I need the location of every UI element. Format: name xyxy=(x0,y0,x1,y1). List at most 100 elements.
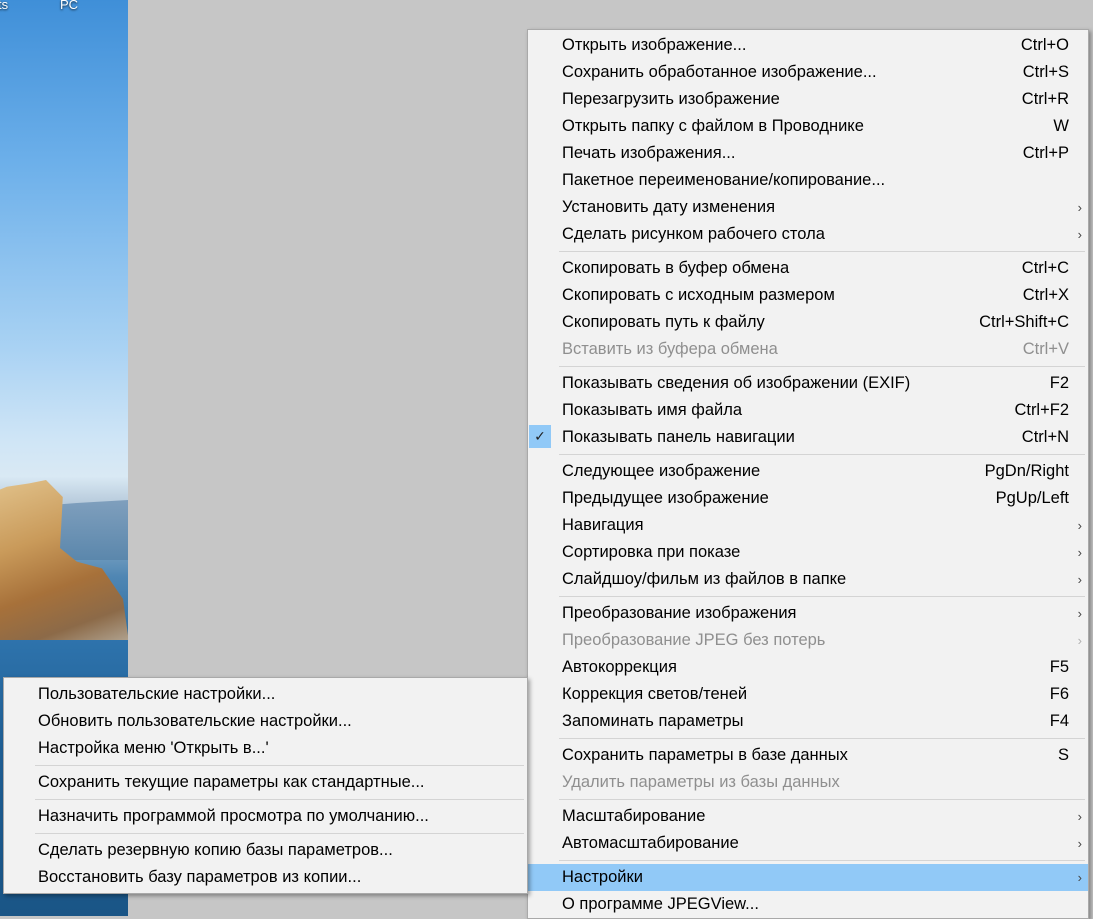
context-menu-item[interactable]: Скопировать путь к файлу Ctrl+Shift+C xyxy=(528,309,1088,336)
context-menu-item-label: Автомасштабирование xyxy=(562,834,739,852)
context-menu-item-shortcut: Ctrl+X xyxy=(1022,286,1069,304)
context-menu-item[interactable]: Показывать имя файла Ctrl+F2 xyxy=(528,397,1088,424)
context-menu-item: Преобразование JPEG без потерь › xyxy=(528,627,1088,654)
context-menu-item-label: Вставить из буфера обмена xyxy=(562,340,778,358)
menu-separator xyxy=(528,593,1088,600)
settings-submenu-item[interactable]: Обновить пользовательские настройки... xyxy=(4,708,527,735)
context-menu-item[interactable]: Преобразование изображения › xyxy=(528,600,1088,627)
chevron-right-icon: › xyxy=(1077,836,1082,851)
context-menu-item[interactable]: Настройки › xyxy=(528,864,1088,891)
chevron-right-icon: › xyxy=(1077,227,1082,242)
context-menu-item-shortcut: F6 xyxy=(1049,685,1069,703)
context-menu-item[interactable]: О программе JPEGView... xyxy=(528,891,1088,918)
settings-submenu-item[interactable]: Сделать резервную копию базы параметров.… xyxy=(4,837,527,864)
context-menu-item-shortcut: S xyxy=(1057,746,1069,764)
context-menu-item-label: Скопировать путь к файлу xyxy=(562,313,765,331)
context-menu-item: Вставить из буфера обмена Ctrl+V xyxy=(528,336,1088,363)
context-menu-item-shortcut: Ctrl+P xyxy=(1022,144,1069,162)
context-menu-item[interactable]: Открыть папку с файлом в Проводнике W xyxy=(528,113,1088,140)
context-menu-item-shortcut: Ctrl+C xyxy=(1021,259,1069,277)
context-menu-item-shortcut: Ctrl+O xyxy=(1020,36,1069,54)
menu-separator xyxy=(4,830,527,837)
context-menu-item[interactable]: Скопировать в буфер обмена Ctrl+C xyxy=(528,255,1088,282)
desktop-icon-label-pc[interactable]: PC xyxy=(60,0,78,12)
settings-submenu-item-label: Настройка меню 'Открыть в...' xyxy=(38,739,269,757)
context-menu-item[interactable]: Навигация › xyxy=(528,512,1088,539)
context-menu-item[interactable]: Следующее изображение PgDn/Right xyxy=(528,458,1088,485)
context-menu-item[interactable]: Скопировать с исходным размером Ctrl+X xyxy=(528,282,1088,309)
menu-separator xyxy=(528,857,1088,864)
menu-separator xyxy=(528,796,1088,803)
menu-separator xyxy=(528,363,1088,370)
context-menu-item[interactable]: Печать изображения... Ctrl+P xyxy=(528,140,1088,167)
context-menu-item-label: Масштабирование xyxy=(562,807,706,825)
context-menu-item-label: Следующее изображение xyxy=(562,462,761,480)
context-menu-item-shortcut: W xyxy=(1053,117,1069,135)
settings-submenu-item[interactable]: Пользовательские настройки... xyxy=(4,681,527,708)
chevron-right-icon: › xyxy=(1077,870,1082,885)
context-menu-item-label: Открыть папку с файлом в Проводнике xyxy=(562,117,864,135)
context-menu-item-shortcut: PgUp/Left xyxy=(995,489,1069,507)
settings-submenu-item-label: Назначить программой просмотра по умолча… xyxy=(38,807,429,825)
chevron-right-icon: › xyxy=(1077,518,1082,533)
context-menu-item-label: Пакетное переименование/копирование... xyxy=(562,171,886,189)
context-menu-item-label: Печать изображения... xyxy=(562,144,736,162)
context-menu-item-label: Перезагрузить изображение xyxy=(562,90,780,108)
context-menu-item-label: Скопировать в буфер обмена xyxy=(562,259,790,277)
context-menu-item-shortcut: F5 xyxy=(1049,658,1069,676)
settings-submenu-item[interactable]: Сохранить текущие параметры как стандарт… xyxy=(4,769,527,796)
context-menu-item[interactable]: Пакетное переименование/копирование... xyxy=(528,167,1088,194)
context-menu-item[interactable]: Автокоррекция F5 xyxy=(528,654,1088,681)
settings-submenu: Пользовательские настройки... Обновить по… xyxy=(3,677,528,894)
menu-separator xyxy=(4,796,527,803)
chevron-right-icon: › xyxy=(1077,572,1082,587)
context-menu-item-label: Открыть изображение... xyxy=(562,36,747,54)
context-menu-item[interactable]: Автомасштабирование › xyxy=(528,830,1088,857)
settings-submenu-item-label: Сохранить текущие параметры как стандарт… xyxy=(38,773,425,791)
context-menu-item[interactable]: Перезагрузить изображение Ctrl+R xyxy=(528,86,1088,113)
context-menu-item[interactable]: Открыть изображение... Ctrl+O xyxy=(528,32,1088,59)
settings-submenu-item-label: Сделать резервную копию базы параметров.… xyxy=(38,841,393,859)
settings-submenu-item-label: Пользовательские настройки... xyxy=(38,685,276,703)
menu-separator xyxy=(528,248,1088,255)
context-menu-item-label: Удалить параметры из базы данных xyxy=(562,773,840,791)
context-menu-item[interactable]: Сделать рисунком рабочего стола › xyxy=(528,221,1088,248)
context-menu-item-shortcut: Ctrl+V xyxy=(1022,340,1069,358)
context-menu-item[interactable]: Сохранить обработанное изображение... Ctr… xyxy=(528,59,1088,86)
context-menu-item[interactable]: Предыдущее изображение PgUp/Left xyxy=(528,485,1088,512)
context-menu-item[interactable]: Масштабирование › xyxy=(528,803,1088,830)
context-menu-item-label: Преобразование изображения xyxy=(562,604,797,622)
context-menu-item-label: Настройки xyxy=(562,868,643,886)
desktop-icon-label[interactable]: ts xyxy=(0,0,8,12)
context-menu-item-shortcut: Ctrl+F2 xyxy=(1014,401,1069,419)
context-menu-item[interactable]: Слайдшоу/фильм из файлов в папке › xyxy=(528,566,1088,593)
context-menu-item-label: Сохранить обработанное изображение... xyxy=(562,63,877,81)
context-menu-item-shortcut: Ctrl+S xyxy=(1022,63,1069,81)
check-icon: ✓ xyxy=(529,425,551,448)
chevron-right-icon: › xyxy=(1077,606,1082,621)
context-menu-item-label: Запоминать параметры xyxy=(562,712,744,730)
context-menu-item-shortcut: F4 xyxy=(1049,712,1069,730)
context-menu-item-label: Автокоррекция xyxy=(562,658,677,676)
chevron-right-icon: › xyxy=(1077,633,1082,648)
settings-submenu-item-label: Восстановить базу параметров из копии... xyxy=(38,868,362,886)
context-menu-item-shortcut: PgDn/Right xyxy=(984,462,1069,480)
settings-submenu-item[interactable]: Восстановить базу параметров из копии... xyxy=(4,864,527,891)
context-menu-item-shortcut: Ctrl+R xyxy=(1021,90,1069,108)
context-menu-item[interactable]: Сохранить параметры в базе данных S xyxy=(528,742,1088,769)
context-menu-item[interactable]: Установить дату изменения › xyxy=(528,194,1088,221)
menu-separator xyxy=(528,451,1088,458)
context-menu-item-label: Сортировка при показе xyxy=(562,543,741,561)
settings-submenu-item[interactable]: Настройка меню 'Открыть в...' xyxy=(4,735,527,762)
chevron-right-icon: › xyxy=(1077,545,1082,560)
context-menu-item: Удалить параметры из базы данных xyxy=(528,769,1088,796)
context-menu-item-label: Показывать имя файла xyxy=(562,401,743,419)
context-menu-item-label: Показывать панель навигации xyxy=(562,428,795,446)
context-menu-item[interactable]: Коррекция светов/теней F6 xyxy=(528,681,1088,708)
context-menu-item[interactable]: ✓ Показывать панель навигации Ctrl+N xyxy=(528,424,1088,451)
chevron-right-icon: › xyxy=(1077,200,1082,215)
context-menu-item[interactable]: Сортировка при показе › xyxy=(528,539,1088,566)
settings-submenu-item[interactable]: Назначить программой просмотра по умолча… xyxy=(4,803,527,830)
context-menu-item[interactable]: Запоминать параметры F4 xyxy=(528,708,1088,735)
context-menu-item[interactable]: Показывать сведения об изображении (EXIF… xyxy=(528,370,1088,397)
